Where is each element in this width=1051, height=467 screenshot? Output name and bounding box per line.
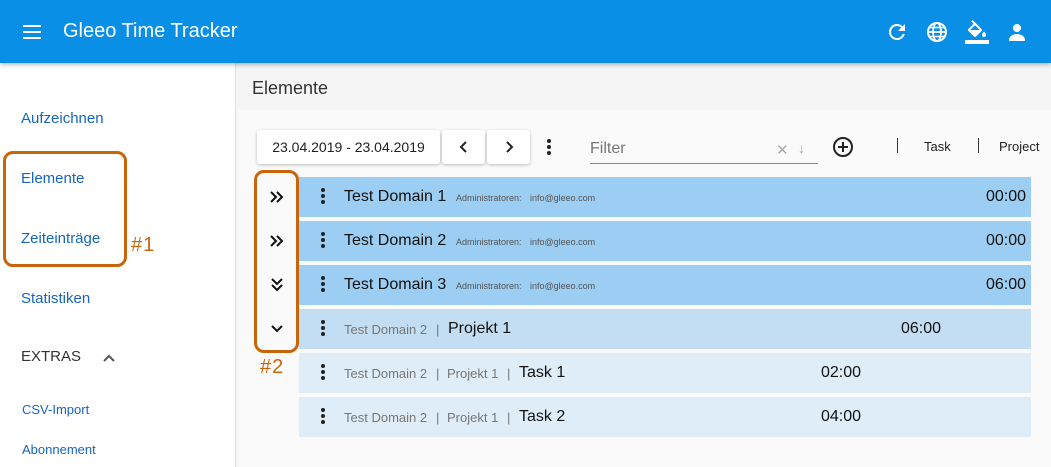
extras-header[interactable]: EXTRAS (21, 348, 81, 365)
row-time: 02:00 (821, 364, 862, 381)
sidebar-item-abonnement[interactable]: Abonnement (22, 442, 96, 457)
row-name: Task 1 (519, 364, 566, 381)
crumb-separator: | (436, 410, 440, 425)
row-time: 00:00 (986, 232, 1027, 249)
filter-field: ✕ ↓ (590, 134, 818, 164)
row-name: Task 2 (519, 408, 566, 425)
chevron-up-icon[interactable] (101, 350, 117, 366)
column-header-task[interactable]: Task (924, 139, 951, 154)
column-divider (897, 138, 898, 153)
clear-icon[interactable]: ✕ (776, 141, 789, 159)
row-domain-crumb: Test Domain 2 (344, 410, 428, 425)
row-project-crumb: Projekt 1 (447, 366, 499, 381)
next-button[interactable] (487, 130, 530, 164)
more-vert-icon[interactable] (321, 408, 325, 426)
arrow-down-icon[interactable]: ↓ (798, 140, 805, 156)
table-row[interactable]: Test Domain 2 | Projekt 1 | Task 2 04:00 (299, 397, 1031, 437)
callout-box-1 (3, 151, 127, 267)
previous-button[interactable] (442, 130, 485, 164)
row-meta-label: Administratoren: (456, 237, 522, 247)
more-vert-icon[interactable] (321, 320, 325, 338)
crumb-separator: | (507, 410, 511, 425)
more-vert-icon[interactable] (547, 139, 551, 157)
chevron-right-icon (505, 141, 513, 153)
row-project-crumb: Projekt 1 (447, 410, 499, 425)
row-meta-value: info@gleeo.com (530, 193, 596, 203)
globe-icon[interactable] (925, 20, 949, 44)
refresh-icon[interactable] (885, 20, 909, 44)
sidebar-item-csv-import[interactable]: CSV-Import (22, 402, 89, 417)
person-icon[interactable] (1005, 20, 1029, 44)
app-title: Gleeo Time Tracker (63, 20, 238, 42)
chevron-left-icon (459, 141, 467, 153)
crumb-separator: | (436, 322, 440, 337)
callout-box-2 (254, 170, 299, 353)
sidebar-item-statistiken[interactable]: Statistiken (21, 290, 90, 307)
table-row[interactable]: Test Domain 2 Administratoren: info@glee… (299, 221, 1031, 261)
table-row[interactable]: Test Domain 1 Administratoren: info@glee… (299, 177, 1031, 217)
crumb-separator: | (507, 366, 511, 381)
row-name: Test Domain 3 (344, 276, 447, 293)
column-header-project[interactable]: Project (999, 139, 1039, 154)
app-bar: Gleeo Time Tracker (0, 0, 1051, 63)
more-vert-icon[interactable] (321, 364, 325, 382)
sidebar-item-aufzeichnen[interactable]: Aufzeichnen (21, 110, 104, 127)
row-name: Projekt 1 (448, 320, 512, 337)
column-divider (978, 138, 979, 153)
more-vert-icon[interactable] (321, 276, 325, 294)
row-meta-label: Administratoren: (456, 193, 522, 203)
more-vert-icon[interactable] (321, 188, 325, 206)
callout-label-2: #2 (260, 356, 285, 378)
menu-icon[interactable] (20, 20, 46, 44)
row-domain-crumb: Test Domain 2 (344, 322, 428, 337)
more-vert-icon[interactable] (321, 232, 325, 250)
row-meta-label: Administratoren: (456, 281, 522, 291)
table-row[interactable]: Test Domain 2 | Projekt 1 06:00 (299, 309, 1031, 349)
row-name: Test Domain 2 (344, 232, 447, 249)
table-row[interactable]: Test Domain 3 Administratoren: info@glee… (299, 265, 1031, 305)
table-row[interactable]: Test Domain 2 | Projekt 1 | Task 1 02:00 (299, 353, 1031, 393)
row-time: 04:00 (821, 408, 862, 425)
row-time: 00:00 (986, 188, 1027, 205)
page-title: Elemente (252, 78, 329, 98)
filter-input[interactable] (590, 138, 760, 160)
row-meta-value: info@gleeo.com (530, 237, 596, 247)
row-domain-crumb: Test Domain 2 (344, 366, 428, 381)
date-range-button[interactable]: 23.04.2019 - 23.04.2019 (257, 130, 440, 164)
callout-label-1: #1 (131, 234, 156, 256)
row-time: 06:00 (901, 320, 942, 337)
row-name: Test Domain 1 (344, 188, 447, 205)
add-circle-icon[interactable] (832, 136, 854, 158)
row-meta-value: info@gleeo.com (530, 281, 596, 291)
crumb-separator: | (436, 366, 440, 381)
paint-bucket-icon[interactable] (965, 20, 989, 44)
row-time: 06:00 (986, 276, 1027, 293)
